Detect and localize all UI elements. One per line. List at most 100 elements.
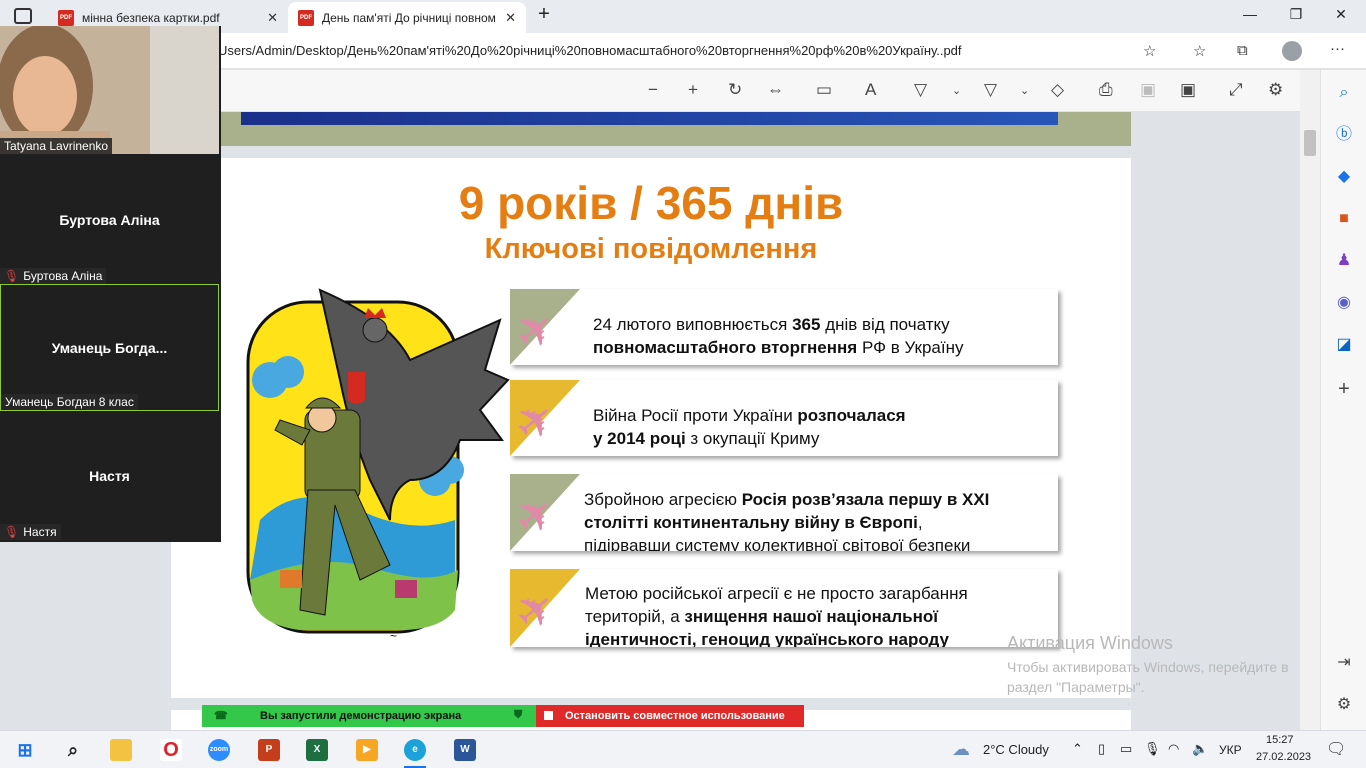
sidebar-settings-icon[interactable]: ⚙ bbox=[1333, 694, 1355, 716]
draw-icon[interactable]: ▽ bbox=[914, 80, 927, 100]
zoom-participants-panel: Tatyana Lavrinenko Буртова Аліна 🎙 Буртов… bbox=[0, 24, 221, 542]
participant-display-name: Уманець Богда... bbox=[51, 340, 168, 356]
weather-text[interactable]: 2°C Cloudy bbox=[983, 742, 1049, 757]
edge-icon[interactable]: e bbox=[404, 739, 426, 761]
more-icon[interactable]: ··· bbox=[1330, 40, 1345, 57]
close-icon[interactable]: ✕ bbox=[267, 10, 278, 26]
zoom-icon[interactable]: zoom bbox=[208, 739, 230, 761]
participant-label: 🎙 Буртова Аліна bbox=[0, 268, 107, 284]
tab-label: мінна безпека картки.pdf bbox=[82, 10, 220, 25]
minimize-icon[interactable]: — bbox=[1240, 6, 1260, 22]
hide-sidebar-icon[interactable]: ⇥ bbox=[1333, 652, 1355, 674]
fit-width-icon[interactable]: ⇔ bbox=[767, 80, 784, 100]
card-text: Війна Росії проти України розпочалася у 2… bbox=[593, 406, 906, 448]
chevron-up-icon[interactable]: ⌃ bbox=[1072, 741, 1083, 757]
highlight-icon[interactable]: ▽ bbox=[984, 80, 997, 100]
search-icon[interactable]: ⌕ bbox=[62, 739, 84, 761]
rotate-icon[interactable]: ↻ bbox=[728, 80, 742, 100]
vertical-scrollbar[interactable] bbox=[1300, 70, 1320, 730]
notifications-icon[interactable]: 🗨 bbox=[1326, 739, 1346, 759]
page-view-icon[interactable]: ▭ bbox=[816, 80, 832, 100]
print-icon[interactable]: ⎙ bbox=[1099, 80, 1113, 100]
opera-icon[interactable]: O bbox=[160, 739, 182, 761]
participant-tile-active[interactable]: Уманець Богда... Уманець Богдан 8 клас bbox=[0, 284, 219, 411]
tools-icon[interactable]: ■ bbox=[1333, 208, 1355, 230]
clock-time[interactable]: 15:27 bbox=[1266, 734, 1294, 746]
slide-subtitle: Ключові повідомлення bbox=[484, 233, 818, 265]
add-favorite-icon[interactable]: ☆ bbox=[1143, 42, 1156, 60]
battery-icon[interactable]: ▯ bbox=[1098, 741, 1105, 757]
participant-tile-video[interactable]: Tatyana Lavrinenko bbox=[0, 24, 219, 154]
close-window-icon[interactable]: ✕ bbox=[1331, 6, 1351, 23]
fullscreen-icon[interactable]: ⤢ bbox=[1229, 80, 1243, 100]
message-card-3: ✈ Збройною агресією Росія розв’язала пер… bbox=[510, 474, 1058, 551]
save-icon[interactable]: ▣ bbox=[1140, 80, 1156, 100]
stop-icon bbox=[544, 711, 553, 720]
slide-title: 9 років / 365 днів bbox=[458, 177, 844, 229]
network-icon[interactable]: ◠ bbox=[1168, 741, 1179, 757]
device-icon[interactable]: ▭ bbox=[1120, 741, 1132, 757]
collections-icon[interactable]: ⧉ bbox=[1237, 42, 1248, 59]
add-icon[interactable]: + bbox=[1333, 378, 1355, 400]
office-icon[interactable]: ◉ bbox=[1333, 292, 1355, 314]
previous-page-bottom bbox=[170, 112, 1131, 146]
chevron-down-icon[interactable]: ⌄ bbox=[952, 84, 961, 97]
save-as-icon[interactable]: ▣ bbox=[1180, 80, 1196, 100]
activation-watermark-title: Активация Windows bbox=[1007, 633, 1173, 653]
shopping-icon[interactable]: ◆ bbox=[1333, 166, 1355, 188]
message-card-2: ✈ Війна Росії проти України розпочалася у… bbox=[510, 380, 1058, 456]
file-explorer-icon[interactable] bbox=[110, 739, 132, 761]
volume-icon[interactable]: 🔈 bbox=[1192, 741, 1208, 757]
media-player-icon[interactable]: ▶ bbox=[356, 739, 378, 761]
phone-icon: ☎ bbox=[214, 710, 228, 722]
language-indicator[interactable]: УКР bbox=[1219, 743, 1242, 757]
shield-icon: ⛊ bbox=[514, 709, 523, 721]
bing-icon[interactable]: ⓑ bbox=[1333, 124, 1355, 146]
card-text: Метою російської агресії є не просто заг… bbox=[585, 584, 968, 647]
new-tab-icon[interactable]: + bbox=[534, 3, 554, 26]
pdf-icon: PDF bbox=[58, 9, 74, 26]
participant-video bbox=[0, 24, 219, 154]
participant-name: Tatyana Lavrinenko bbox=[0, 138, 113, 154]
scroll-thumb[interactable] bbox=[1304, 130, 1316, 156]
soldier-eagle-illustration: ~ bbox=[246, 288, 510, 643]
search-icon[interactable]: ⌕ bbox=[1333, 82, 1355, 104]
zoom-out-icon[interactable]: − bbox=[648, 80, 658, 100]
stop-share-button[interactable]: Остановить совместное использование bbox=[536, 705, 804, 727]
message-card-1: ✈ 24 лютого виповнюється 365 днів від по… bbox=[510, 289, 1058, 365]
read-aloud-icon[interactable]: A bbox=[865, 80, 876, 100]
eraser-icon[interactable]: ◇ bbox=[1051, 80, 1064, 100]
participant-tile[interactable]: Настя 🎙 Настя bbox=[0, 413, 219, 540]
clock-date[interactable]: 27.02.2023 bbox=[1256, 751, 1311, 763]
outlook-icon[interactable]: ◪ bbox=[1333, 334, 1355, 356]
start-icon[interactable]: ⊞ bbox=[14, 739, 36, 761]
chevron-down-icon[interactable]: ⌄ bbox=[1020, 84, 1029, 97]
activation-watermark-text: Чтобы активировать Windows, перейдите в … bbox=[1007, 659, 1289, 695]
zoom-in-icon[interactable]: + bbox=[688, 80, 698, 100]
svg-text:~: ~ bbox=[390, 629, 397, 643]
settings-icon[interactable]: ⚙ bbox=[1268, 80, 1283, 100]
participant-tile[interactable]: Буртова Аліна 🎙 Буртова Аліна bbox=[0, 157, 219, 284]
share-status: ☎ Вы запустили демонстрацию экрана ⛊ bbox=[202, 705, 536, 727]
games-icon[interactable]: ♟ bbox=[1333, 250, 1355, 272]
mic-muted-icon: 🎙 bbox=[4, 269, 20, 283]
participant-display-name: Настя bbox=[89, 468, 130, 484]
participant-label: Уманець Богдан 8 клас bbox=[1, 394, 138, 410]
pdf-icon: PDF bbox=[298, 9, 314, 26]
profile-avatar[interactable] bbox=[1282, 41, 1302, 61]
restore-icon[interactable]: ❐ bbox=[1286, 6, 1306, 23]
tab-den-pamyati[interactable]: PDF День пам'яті До річниці повном ✕ bbox=[288, 2, 526, 33]
windows-taskbar: ⊞ ⌕ O zoom P X ▶ e W ☁ 2°C Cloudy ⌃ ▯ ▭ … bbox=[0, 730, 1366, 768]
close-icon[interactable]: ✕ bbox=[505, 10, 516, 26]
url-field[interactable]: Users/Admin/Desktop/День%20пам'яті%20До%… bbox=[210, 38, 1170, 64]
excel-icon[interactable]: X bbox=[306, 739, 328, 761]
cloud-icon: ☁ bbox=[952, 739, 970, 759]
participant-label: 🎙 Настя bbox=[0, 524, 61, 540]
favorites-icon[interactable]: ☆ bbox=[1193, 42, 1206, 60]
powerpoint-icon[interactable]: P bbox=[258, 739, 280, 761]
microphone-icon[interactable]: 🎙 bbox=[1144, 741, 1161, 757]
participant-display-name: Буртова Аліна bbox=[59, 212, 160, 228]
previous-page-banner bbox=[241, 112, 1058, 125]
tab-actions-icon[interactable] bbox=[14, 8, 32, 24]
word-icon[interactable]: W bbox=[454, 739, 476, 761]
